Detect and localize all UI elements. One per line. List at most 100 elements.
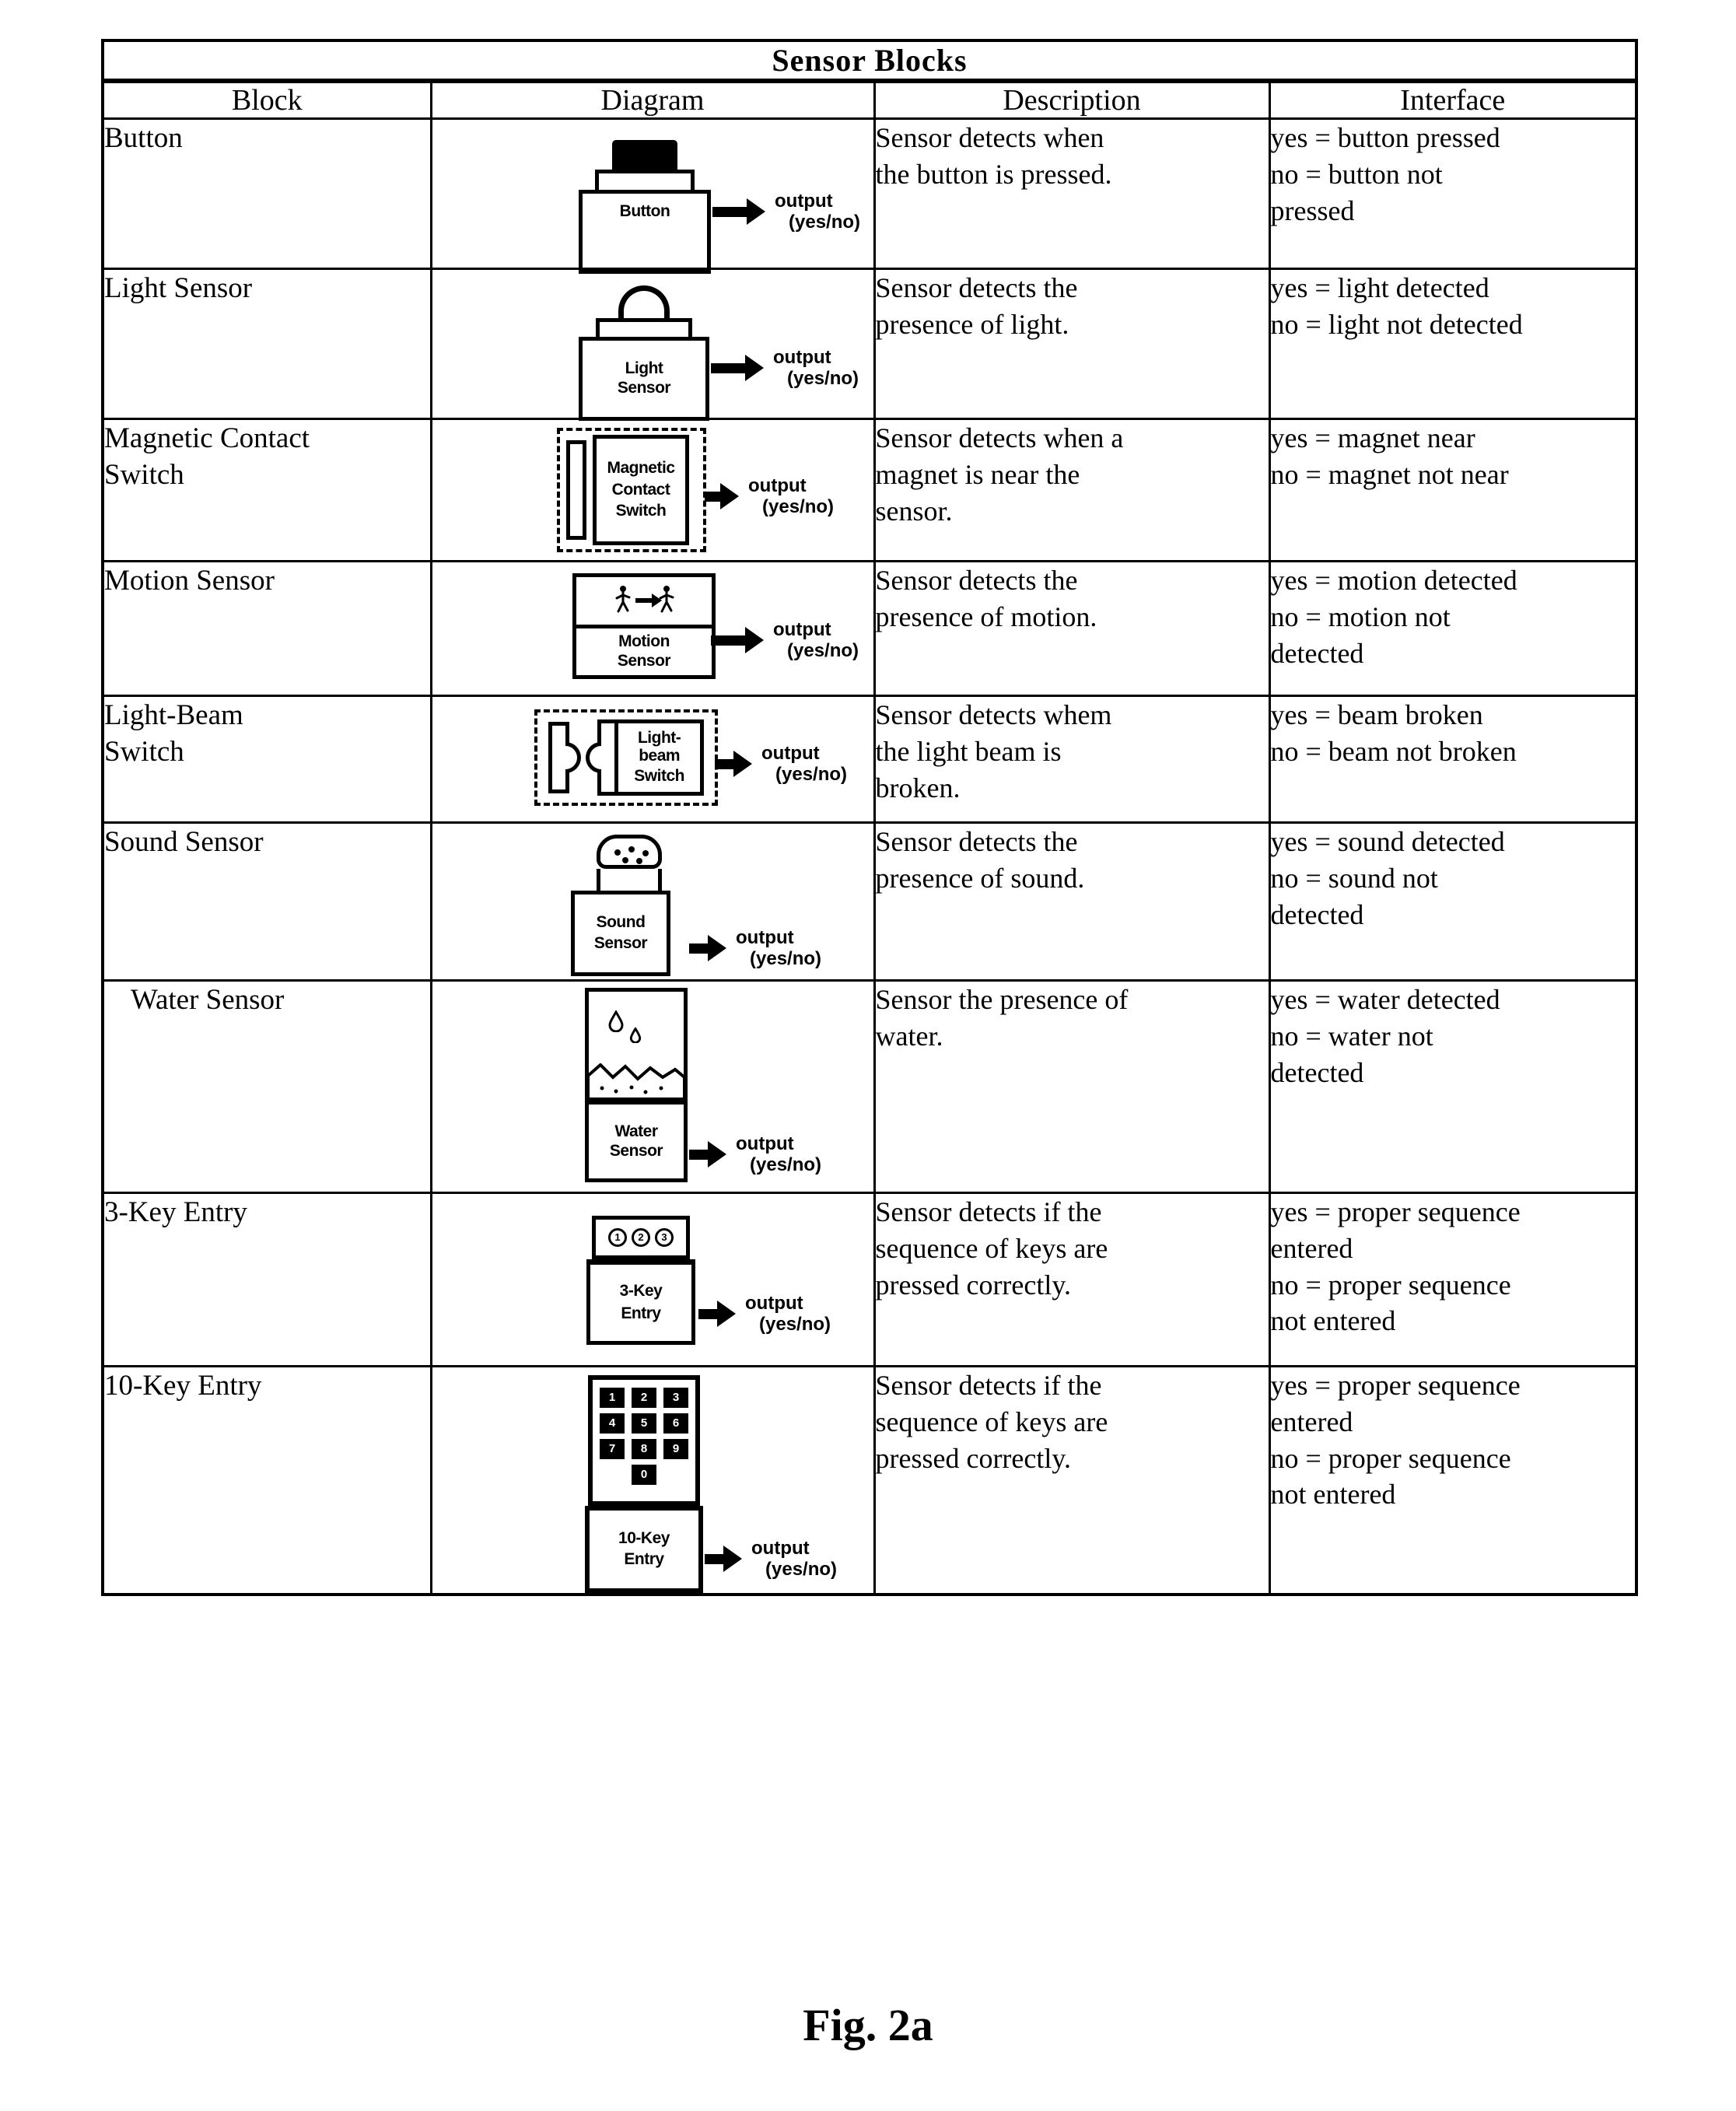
column-header-description: Description [873,79,1271,120]
light-body-icon: Light Sensor [579,337,709,421]
light-collar-icon [596,318,692,337]
interface-light-sensor: yes = light detected no = light not detec… [1268,268,1638,420]
output-arrow-icon [689,935,726,962]
patent-figure-page: Sensor Blocks Block Diagram Description … [0,0,1736,2111]
beam-emitter-icon [548,722,582,793]
output-label: output (yes/no) [751,1538,838,1580]
description-motion-sensor: Sensor detects the presence of motion. [873,560,1271,697]
keypad-key: 3 [663,1388,688,1408]
keypad-key: 5 [632,1413,656,1434]
block-name-line: Switch [104,459,184,492]
diagram-motion-sensor: Motion Sensor output (yes/no) [429,560,876,697]
output-label: output (yes/no) [736,927,822,969]
diagram-label: Sensor [617,651,671,670]
diagram-magnetic-contact-switch: Magnetic Contact Switch output (yes/no) [429,418,876,562]
diagram-light-sensor: Light Sensor output (yes/no) [429,268,876,421]
description-water-sensor: Sensor the presence of water. [873,979,1271,1194]
button-body-icon: Button [579,190,711,274]
water-drop-icon [608,1010,624,1032]
interface-button: yes = button pressed no = button not press… [1268,117,1638,270]
magnet-bar-icon [566,440,586,540]
diagram-label: Entry [624,1550,664,1568]
diagram-label: Entry [621,1304,661,1322]
block-name-line: Switch [104,736,184,768]
diagram-label: Sensor [617,379,671,397]
diagram-light-beam-switch: Light-beam Switch output (yes/no) [429,695,876,824]
water-droplets-area [589,992,684,1063]
keypad-key: 1 [600,1388,625,1408]
water-label-area: Water Sensor [589,1105,684,1178]
block-name-button: Button [101,117,432,270]
water-drop-icon [629,1027,642,1043]
keypad-key: 4 [600,1413,625,1434]
column-header-diagram: Diagram [429,79,876,120]
diagram-label: Sound [596,913,646,932]
magnetic-body-icon: Magnetic Contact Switch [593,435,689,545]
description-button: Sensor detects when the button is pressed… [873,117,1271,270]
output-arrow-icon [705,483,739,510]
diagram-label: Switch [634,766,684,785]
interface-sound-sensor: yes = sound detected no = sound not detect… [1268,821,1638,982]
block-name-line: Light-Beam [104,699,243,731]
table-title-text: Sensor Blocks [772,43,968,78]
table-title-row: Sensor Blocks [101,39,1638,83]
figure-caption: Fig. 2a [803,2000,933,2050]
diagram-label: Light-beam [637,729,681,765]
motion-label-area: Motion Sensor [576,628,712,676]
interface-10-key-entry: yes = proper sequence entered no = proper … [1268,1365,1638,1596]
diagram-label: Switch [615,502,667,520]
diagram-label: 10-Key [618,1529,670,1548]
description-sound-sensor: Sensor detects the presence of sound. [873,821,1271,982]
output-arrow-icon [712,198,765,226]
description-light-sensor: Sensor detects the presence of light. [873,268,1271,420]
output-label: output (yes/no) [745,1293,831,1335]
keypad-key: 9 [663,1439,688,1459]
keypad-key: 2 [632,1228,650,1247]
diagram-label: Sensor [593,934,648,952]
microphone-neck-icon [597,869,662,891]
button-collar-icon [595,170,695,190]
output-arrow-icon [711,355,764,382]
description-10-key-entry: Sensor detects if the sequence of keys ar… [873,1365,1271,1596]
interface-magnetic-contact-switch: yes = magnet near no = magnet not near [1268,418,1638,562]
output-arrow-icon [698,1301,736,1328]
beam-receiver-icon: Light-beam Switch [586,719,704,796]
interface-motion-sensor: yes = motion detected no = motion not dete… [1268,560,1638,697]
light-dome-icon [618,285,670,318]
column-header-interface: Interface [1268,79,1638,120]
block-name-water-sensor: Water Sensor [101,979,432,1194]
description-light-beam-switch: Sensor detects whem the light beam is brok… [873,695,1271,824]
ten-key-body-icon: 10-Key Entry [585,1506,703,1593]
receiver-lens-icon [586,742,602,773]
diagram-label: Contact [611,480,670,499]
block-name-sound-sensor: Sound Sensor [101,821,432,982]
table-row: Sound Sensor Sound Sensor output (yes/no… [101,821,1638,982]
output-label: output (yes/no) [773,347,859,389]
table-header-row: Block Diagram Description Interface [101,79,1638,120]
diagram-10-key-entry: 1 2 3 4 5 6 7 8 9 0 10-Key Entry output … [429,1365,876,1596]
motion-direction-arrow-icon [635,593,662,608]
three-key-keypad-icon: 1 2 3 [592,1216,690,1259]
diagram-sound-sensor: Sound Sensor output (yes/no) [429,821,876,982]
output-arrow-icon [705,1546,742,1573]
diagram-label: Water [614,1122,658,1140]
emitter-lens-icon [565,742,582,773]
keypad-key: 3 [655,1228,674,1247]
motion-scene-icon [576,577,712,628]
diagram-label: Motion [618,632,670,651]
keypad-grid: 1 2 3 4 5 6 7 8 9 [599,1388,689,1459]
diagram-label: Magnetic [607,458,675,477]
table-row: Button Button output (yes/no) Sensor det… [101,117,1638,274]
output-label: output (yes/no) [761,743,848,785]
description-magnetic-contact-switch: Sensor detects when a magnet is near the s… [873,418,1271,562]
running-person-icon [615,586,631,613]
table-row: Magnetic Contact Switch Magnetic Contact… [101,418,1638,562]
block-name-light-beam-switch: Light-Beam Switch [101,695,432,824]
diagram-label: Sensor [609,1141,663,1160]
button-cap-icon [612,140,677,170]
output-label: output (yes/no) [736,1133,822,1175]
block-name-magnetic-contact-switch: Magnetic Contact Switch [101,418,432,562]
interface-3-key-entry: yes = proper sequence entered no = proper … [1268,1192,1638,1367]
water-divider-icon [589,1099,684,1105]
column-header-block: Block [101,79,432,120]
